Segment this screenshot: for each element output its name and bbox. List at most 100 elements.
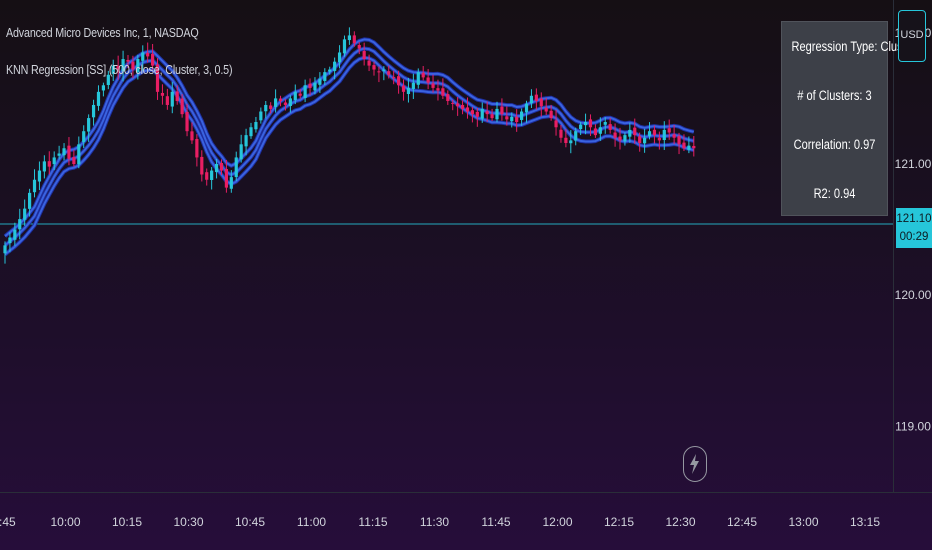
candle-body (382, 69, 386, 72)
candle-body (87, 118, 91, 132)
time-tick-label: 10:45 (235, 515, 265, 529)
candle-body (18, 219, 22, 230)
time-tick-label: 12:30 (665, 515, 695, 529)
candle-body (465, 107, 470, 112)
time-tick-label: 11:30 (420, 515, 449, 529)
time-tick-label: 10:15 (112, 515, 142, 529)
candle-body (515, 116, 519, 123)
candle-body (239, 144, 243, 160)
candle-body (352, 35, 356, 44)
candle-body (451, 102, 455, 104)
candle-body (569, 140, 573, 144)
candle-body (456, 103, 460, 107)
candle-body (416, 72, 420, 85)
candle-body (397, 76, 401, 86)
candle-body (470, 110, 474, 115)
candle-body (185, 111, 189, 132)
info-correlation: Correlation: 0.97 (793, 137, 876, 152)
candle-body (283, 102, 288, 105)
candle-body (638, 136, 642, 144)
candle-body (37, 170, 42, 182)
candle-body (72, 157, 76, 164)
candle-body (554, 120, 558, 128)
candle-body (195, 138, 199, 158)
candle-body (682, 142, 686, 149)
candle-body (244, 135, 248, 147)
candle-body (446, 94, 450, 102)
candle-body (372, 65, 376, 70)
candle-body (672, 134, 676, 138)
candle-body (62, 148, 66, 156)
symbol-title[interactable]: Advanced Micro Devices Inc, 1, NASDAQ (6, 26, 199, 40)
candle-body (165, 96, 169, 105)
candle-body (357, 45, 361, 49)
indicator-title[interactable]: KNN Regression [SS] (500, close, Cluster… (6, 63, 233, 77)
lightning-glyph (690, 454, 699, 474)
candle-body (298, 93, 302, 96)
candle-body (490, 114, 494, 119)
candle-body (101, 85, 105, 91)
candle-body (52, 157, 56, 165)
candle-body (8, 237, 12, 244)
candle-body (214, 164, 219, 173)
regression-info-panel: Regression Type: Cluster # of Clusters: … (781, 21, 916, 216)
candle-body (141, 52, 145, 61)
candle-body (549, 110, 553, 119)
info-regression-type: Regression Type: Cluster (791, 39, 916, 54)
candle-body (205, 172, 209, 180)
time-tick-label: 11:00 (297, 515, 326, 529)
candle-body (677, 136, 681, 145)
candle-body (623, 135, 627, 142)
currency-button[interactable]: USD (898, 10, 926, 62)
candle-body (431, 83, 435, 88)
info-clusters: # of Clusters: 3 (797, 88, 872, 103)
candle-body (160, 92, 165, 96)
candle-body (288, 98, 292, 106)
candle-body (259, 111, 263, 121)
price-tick-label: 120.00 (895, 288, 932, 302)
candle-body (387, 71, 391, 75)
candle-body (67, 145, 71, 159)
candle-body (42, 161, 46, 172)
candle-body (224, 169, 228, 188)
last-price-value: 121.10 (896, 213, 932, 225)
candle-body (13, 229, 17, 240)
candle-body (333, 61, 337, 71)
candle-body (362, 51, 366, 60)
candle-body (406, 87, 411, 94)
candle-body (377, 71, 381, 73)
candle-body (524, 103, 529, 113)
candle-body (529, 95, 534, 104)
time-tick-label: 13:00 (788, 515, 818, 529)
candle-body (692, 145, 696, 149)
candle-body (510, 116, 514, 122)
candle-body (436, 88, 440, 91)
candle-body (574, 131, 578, 141)
candle-body (633, 127, 637, 136)
candle-body (303, 85, 307, 98)
candle-body (421, 72, 425, 78)
time-axis[interactable]: 9:45 10:00 10:15 10:30 10:45 11:00 11:15 11:30 1… (0, 515, 880, 529)
candle-body (47, 161, 51, 167)
candle-body (342, 39, 347, 54)
candle-body (495, 108, 499, 120)
candle-body (613, 132, 617, 138)
candle-body (254, 122, 258, 130)
candle-body (337, 52, 342, 63)
info-r2: R2: 0.94 (813, 186, 856, 201)
candle-body (269, 105, 273, 109)
candle-body (264, 104, 268, 112)
candle-body (652, 129, 657, 136)
candle-body (249, 127, 253, 137)
candle-body (234, 157, 238, 178)
last-price-badge: 121.10 00:29 (896, 208, 932, 248)
lightning-icon[interactable] (683, 446, 707, 482)
candle-body (3, 245, 7, 254)
candle-body (293, 91, 297, 101)
candle-body (460, 105, 465, 109)
candle-body (23, 208, 27, 220)
candle-body (219, 162, 224, 171)
candle-body (687, 145, 691, 150)
candle-body (200, 156, 204, 175)
candle-body (662, 129, 666, 141)
